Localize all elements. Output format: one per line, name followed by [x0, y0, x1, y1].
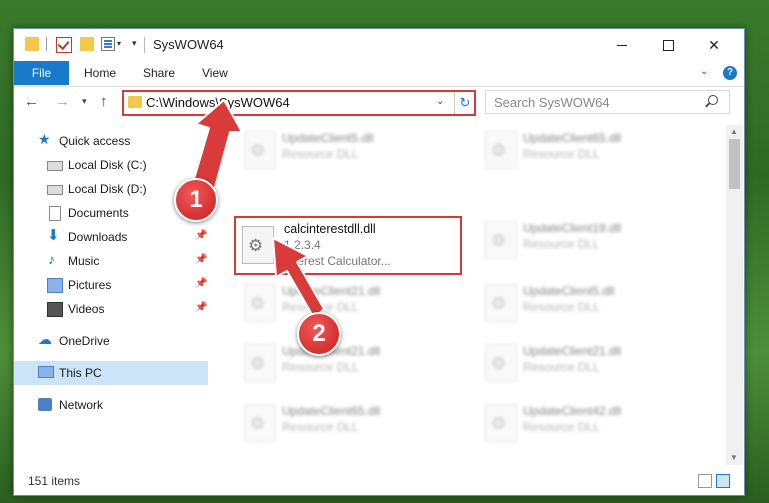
step-1-badge: 1 — [174, 178, 218, 222]
annotation-arrows — [191, 99, 325, 319]
step-2-badge: 2 — [297, 312, 341, 356]
arrow-to-file — [272, 237, 325, 319]
